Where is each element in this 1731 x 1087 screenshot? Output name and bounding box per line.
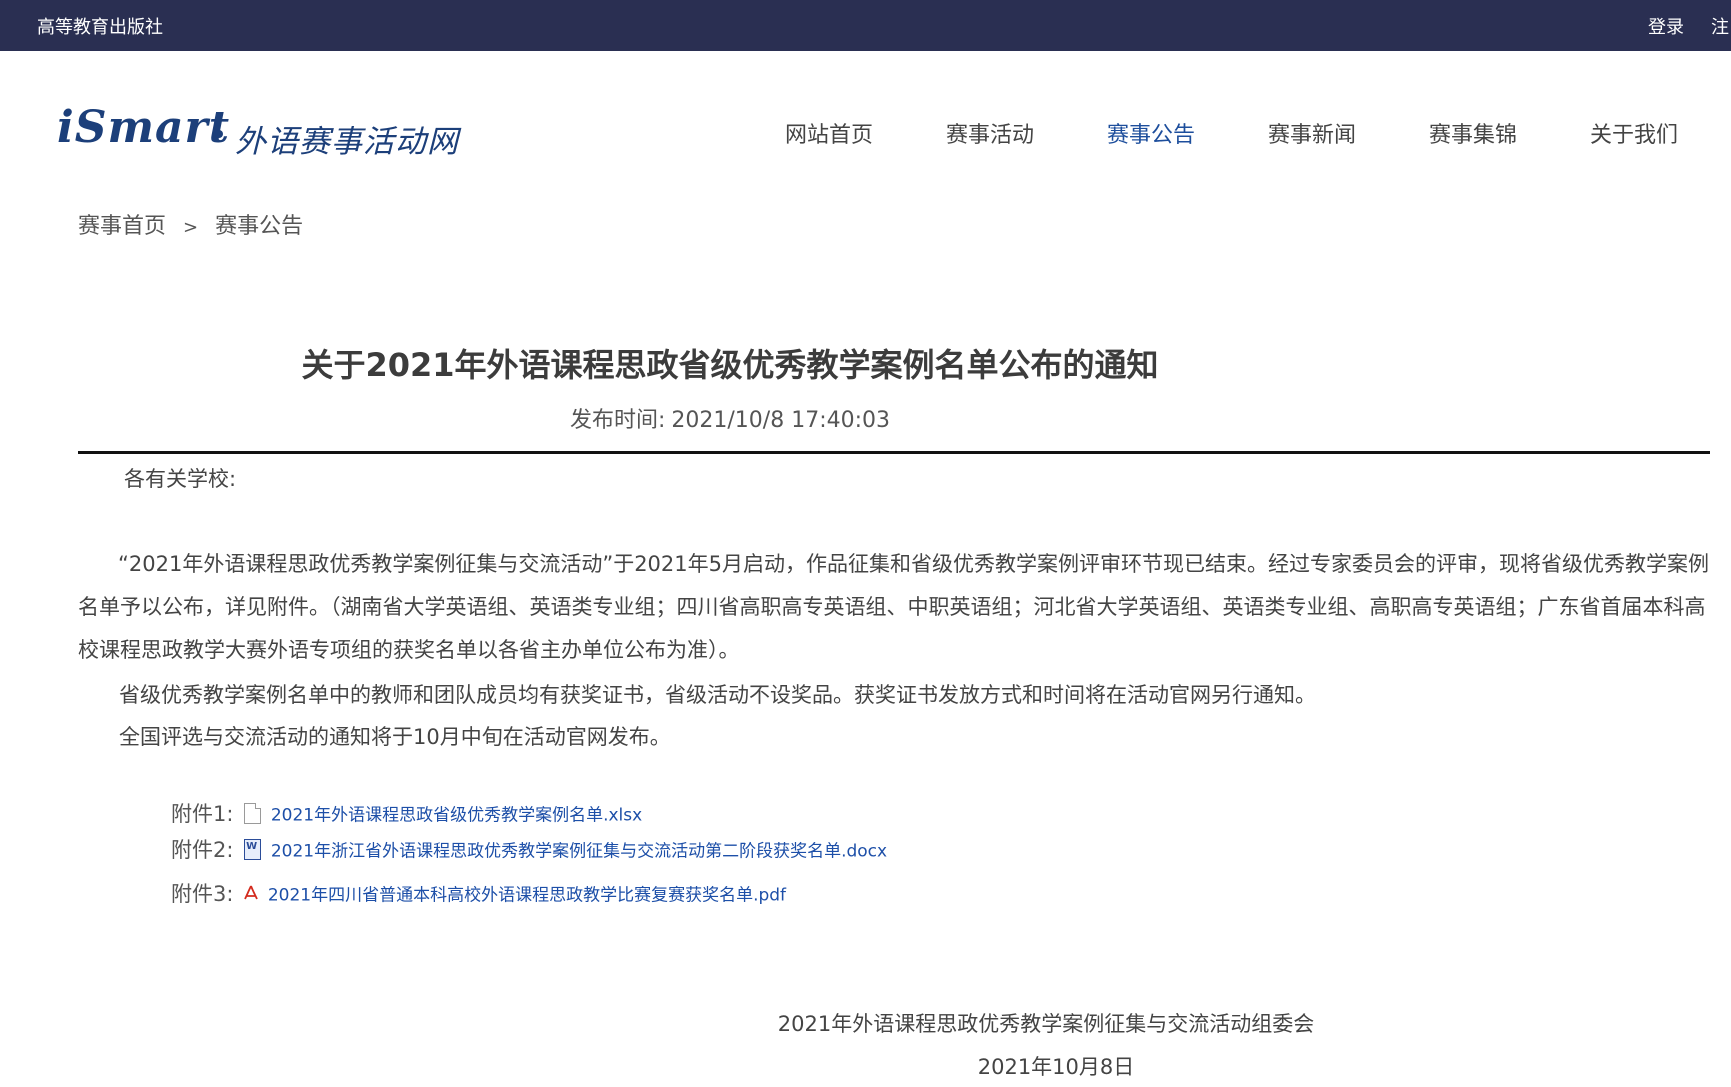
breadcrumb-separator: > bbox=[183, 217, 199, 238]
article-title: 关于2021年外语课程思政省级优秀教学案例名单公布的通知 bbox=[301, 346, 1159, 384]
nav-item-highlights[interactable]: 赛事集锦 bbox=[1429, 117, 1517, 149]
nav-item-about[interactable]: 关于我们 bbox=[1590, 117, 1678, 149]
attachment-link[interactable]: 2021年外语课程思政省级优秀教学案例名单.xlsx bbox=[271, 806, 642, 826]
attachment-2: 附件2: 2021年浙江省外语课程思政优秀教学案例征集与交流活动第二阶段获奖名单… bbox=[171, 834, 887, 864]
publish-time: 发布时间: 2021/10/8 17:40:03 bbox=[0, 402, 1460, 434]
login-link[interactable]: 登录 bbox=[1648, 13, 1684, 39]
attachment-link[interactable]: 2021年四川省普通本科高校外语课程思政教学比赛复赛获奖名单.pdf bbox=[268, 886, 786, 906]
attachment-3: 附件3: 2021年四川省普通本科高校外语课程思政教学比赛复赛获奖名单.pdf bbox=[171, 878, 786, 908]
attachment-1: 附件1: 2021年外语课程思政省级优秀教学案例名单.xlsx bbox=[171, 798, 642, 828]
greeting: 各有关学校: bbox=[124, 467, 237, 491]
title-divider bbox=[78, 451, 1710, 454]
nav-item-news[interactable]: 赛事新闻 bbox=[1268, 117, 1356, 149]
breadcrumb: 赛事首页 > 赛事公告 bbox=[78, 208, 303, 240]
xlsx-file-icon bbox=[244, 802, 262, 824]
paragraph-1: “2021年外语课程思政优秀教学案例征集与交流活动”于2021年5月启动，作品征… bbox=[78, 552, 1709, 662]
nav-item-announcements[interactable]: 赛事公告 bbox=[1107, 117, 1195, 149]
paragraph-2: 省级优秀教学案例名单中的教师和团队成员均有获奖证书，省级活动不设奖品。获奖证书发… bbox=[119, 683, 1316, 707]
attachment-label: 附件2: bbox=[171, 838, 234, 862]
breadcrumb-home[interactable]: 赛事首页 bbox=[78, 214, 166, 239]
nav-item-events[interactable]: 赛事活动 bbox=[946, 117, 1034, 149]
pdf-file-icon bbox=[244, 884, 258, 902]
attachment-label: 附件1: bbox=[171, 802, 234, 826]
register-link[interactable]: 注 bbox=[1711, 13, 1729, 39]
paragraph-3: 全国评选与交流活动的通知将于10月中旬在活动官网发布。 bbox=[119, 725, 671, 749]
signature-date: 2021年10月8日 bbox=[977, 1055, 1135, 1079]
publish-time-value: 2021/10/8 17:40:03 bbox=[671, 408, 891, 433]
top-bar: 高等教育出版社 登录 注 bbox=[0, 0, 1731, 51]
attachment-link[interactable]: 2021年浙江省外语课程思政优秀教学案例征集与交流活动第二阶段获奖名单.docx bbox=[271, 842, 887, 862]
main-nav: 网站首页 赛事活动 赛事公告 赛事新闻 赛事集锦 关于我们 bbox=[0, 117, 1731, 149]
attachment-label: 附件3: bbox=[171, 882, 234, 906]
docx-file-icon bbox=[244, 838, 262, 860]
nav-item-home[interactable]: 网站首页 bbox=[785, 117, 873, 149]
signature-organizer: 2021年外语课程思政优秀教学案例征集与交流活动组委会 bbox=[777, 1012, 1315, 1036]
publish-time-label: 发布时间: bbox=[569, 408, 666, 433]
publisher-link[interactable]: 高等教育出版社 bbox=[37, 13, 163, 39]
breadcrumb-current[interactable]: 赛事公告 bbox=[215, 214, 303, 239]
